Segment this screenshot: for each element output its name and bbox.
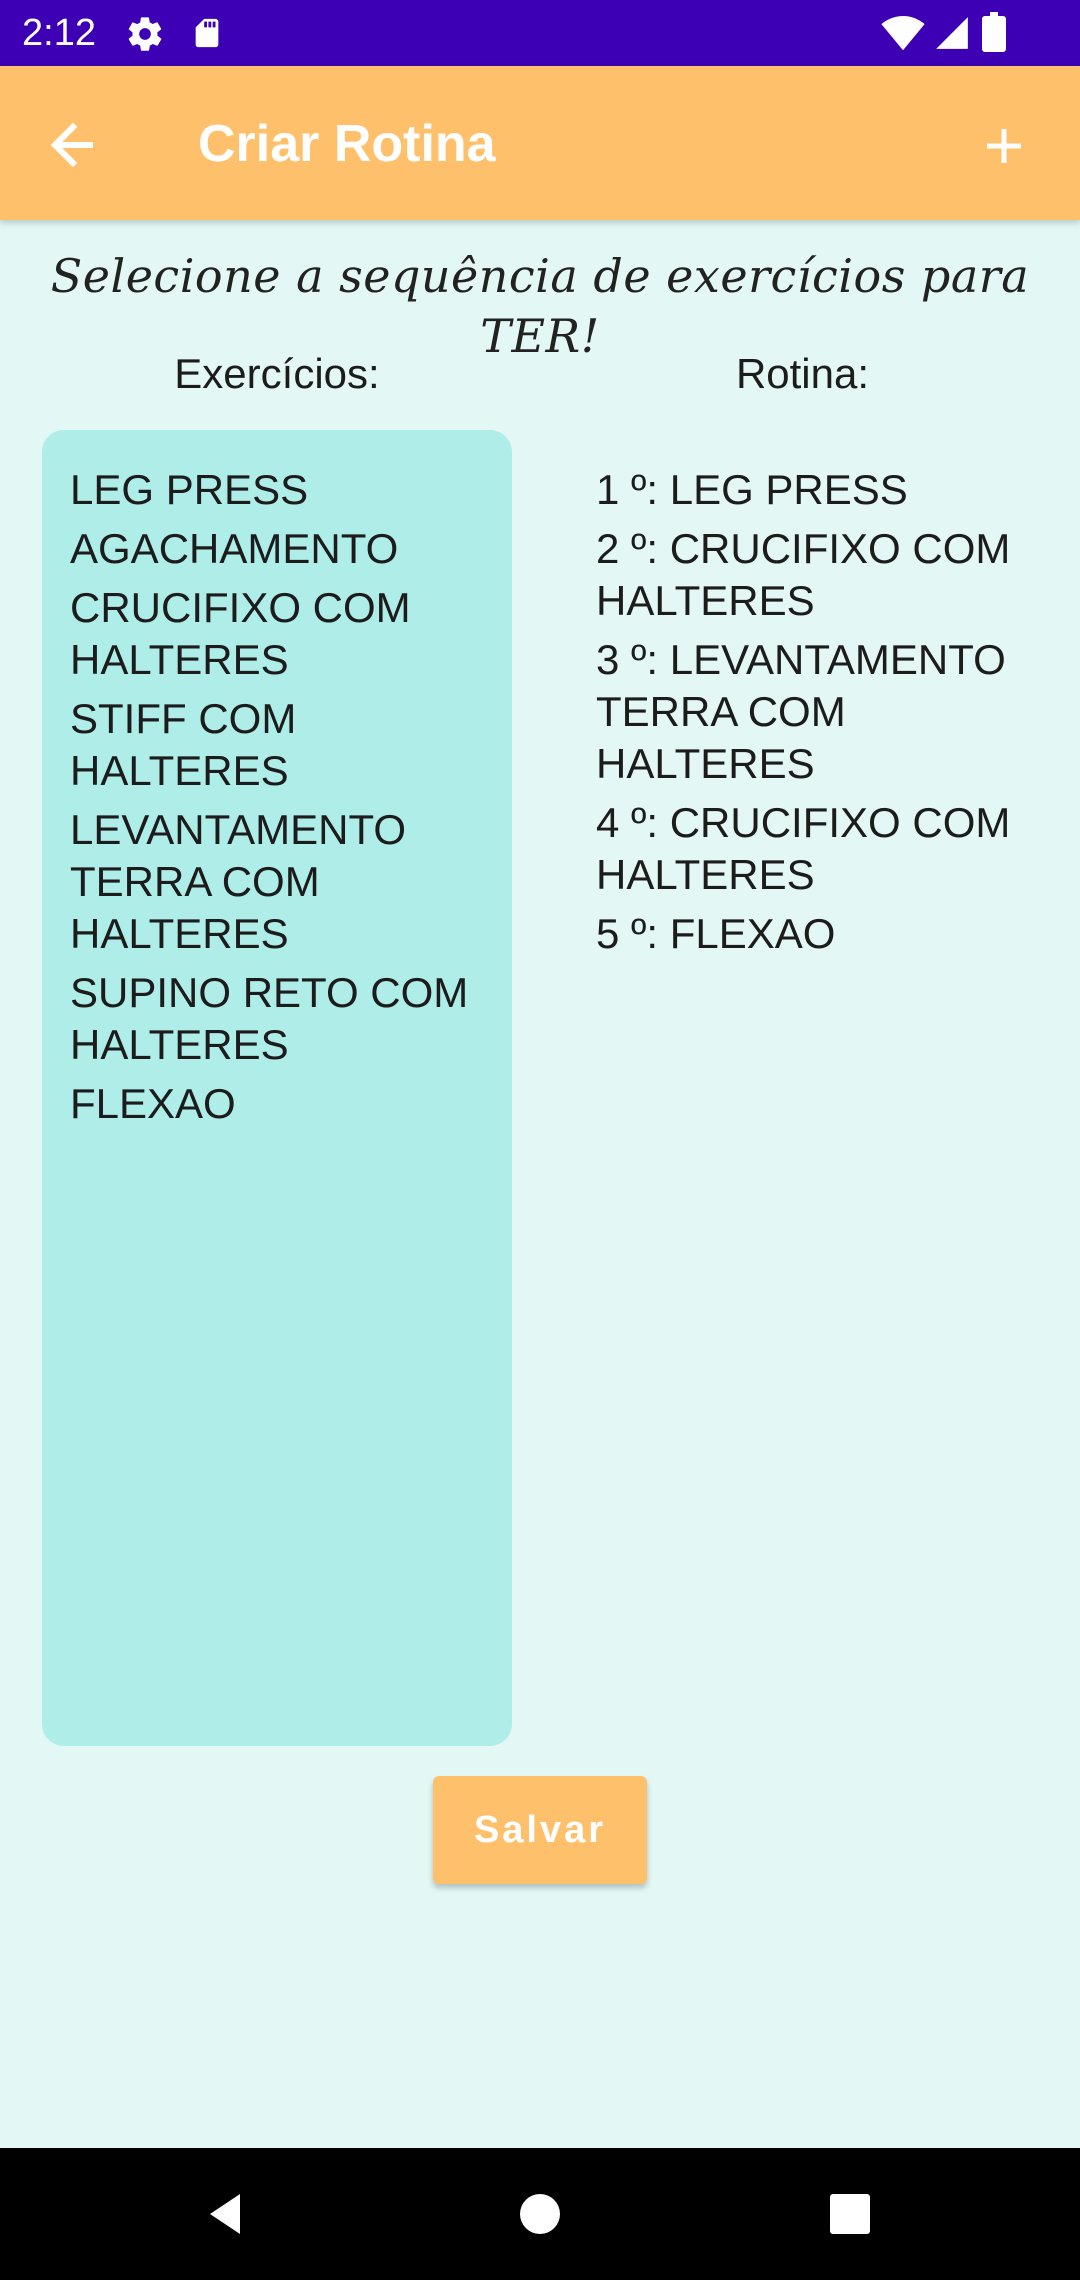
- routine-list: 1 º: LEG PRESS 2 º: CRUCIFIXO COM HALTER…: [596, 430, 1056, 960]
- save-button[interactable]: Salvar: [433, 1776, 647, 1884]
- exercise-item-agachamento[interactable]: AGACHAMENTO: [70, 523, 488, 575]
- status-bar: 2:12: [0, 0, 1080, 66]
- exercises-heading: Exercícios:: [174, 350, 380, 397]
- sd-card-icon: [195, 18, 219, 48]
- routine-item: 2 º: CRUCIFIXO COM HALTERES: [596, 525, 1011, 624]
- arrow-left-icon: [50, 122, 93, 168]
- page-title: Criar Rotina: [198, 115, 496, 173]
- app-bar: Criar Rotina: [0, 66, 1080, 220]
- exercise-item-flexao[interactable]: FLEXAO: [70, 1078, 488, 1130]
- add-button[interactable]: [968, 113, 1040, 177]
- routine-item: 4 º: CRUCIFIXO COM HALTERES: [596, 799, 1011, 898]
- nav-recents-icon[interactable]: [820, 2184, 880, 2244]
- exercise-item-supino-reto[interactable]: SUPINO RETO COM HALTERES: [70, 967, 488, 1071]
- exercise-item-crucifixo[interactable]: CRUCIFIXO COM HALTERES: [70, 582, 488, 686]
- exercise-item-stiff[interactable]: STIFF COM HALTERES: [70, 693, 488, 797]
- nav-home-icon[interactable]: [510, 2184, 570, 2244]
- routine-heading: Rotina:: [735, 350, 870, 397]
- system-nav-bar: [0, 2148, 1080, 2280]
- battery-icon: [982, 12, 1006, 52]
- routine-item: 1 º: LEG PRESS: [596, 466, 908, 513]
- gear-icon: [128, 17, 162, 51]
- back-button[interactable]: [40, 113, 112, 177]
- exercise-list-panel: LEG PRESS AGACHAMENTO CRUCIFIXO COM HALT…: [42, 430, 512, 1746]
- status-time: 2:12: [22, 12, 96, 54]
- nav-back-icon[interactable]: [196, 2184, 256, 2244]
- exercise-item-levantamento-terra[interactable]: LEVANTAMENTO TERRA COM HALTERES: [70, 804, 488, 960]
- routine-item: 3 º: LEVANTAMENTO TERRA COM HALTERES: [596, 636, 1006, 787]
- plus-icon: [987, 129, 1021, 163]
- routine-item: 5 º: FLEXAO: [596, 910, 836, 957]
- signal-icon: [936, 17, 968, 49]
- wifi-icon: [881, 16, 925, 51]
- exercise-list: LEG PRESS AGACHAMENTO CRUCIFIXO COM HALT…: [42, 430, 512, 1130]
- exercise-item-leg-press[interactable]: LEG PRESS: [70, 464, 488, 516]
- routine-list-panel: 1 º: LEG PRESS 2 º: CRUCIFIXO COM HALTER…: [596, 430, 1056, 967]
